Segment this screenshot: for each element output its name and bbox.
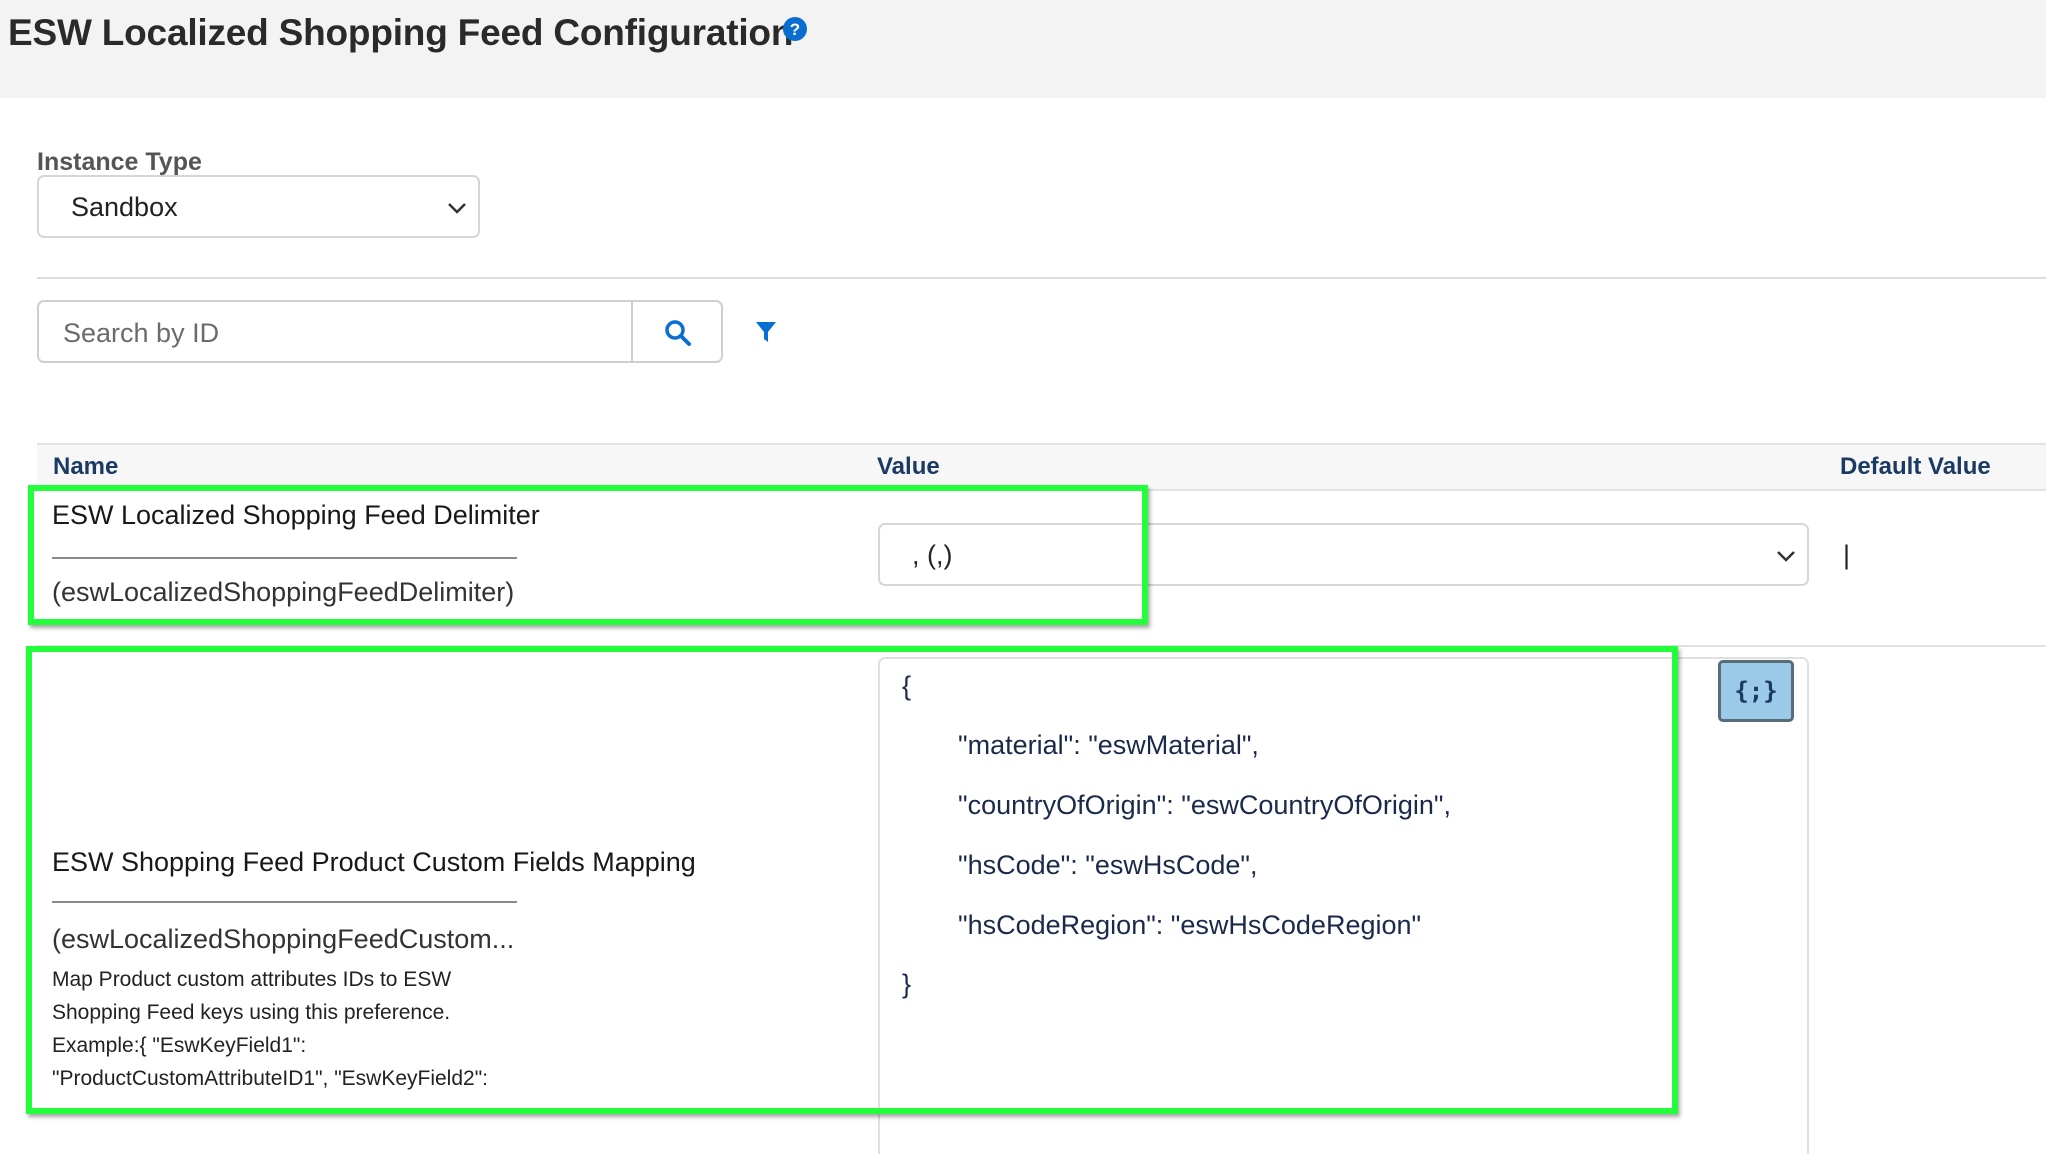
- delimiter-value: , (,): [912, 540, 953, 570]
- description-line: Shopping Feed keys using this preference…: [52, 1001, 451, 1024]
- description-line: "ProductCustomAttributeID1", "EswKeyFiel…: [52, 1067, 488, 1090]
- json-line: {: [902, 671, 912, 701]
- filter-icon[interactable]: [755, 320, 777, 344]
- column-header-default-value[interactable]: Default Value: [1840, 453, 1991, 481]
- page-title: ESW Localized Shopping Feed Configuratio…: [8, 12, 794, 53]
- chevron-down-icon: [1777, 551, 1795, 562]
- format-json-button[interactable]: {;}: [1718, 660, 1794, 722]
- row-name-separator: [52, 901, 517, 903]
- json-line: "hsCode": "eswHsCode",: [958, 850, 1258, 880]
- svg-text:?: ?: [790, 20, 800, 39]
- row-name: ESW Shopping Feed Product Custom Fields …: [52, 847, 696, 877]
- chevron-down-icon: [448, 203, 466, 214]
- row-id: (eswLocalizedShoppingFeedDelimiter): [52, 577, 515, 607]
- search-icon: [665, 320, 691, 346]
- search-button[interactable]: [631, 300, 723, 363]
- json-line: "countryOfOrigin": "eswCountryOfOrigin",: [958, 790, 1451, 820]
- search-input[interactable]: Search by ID: [37, 300, 633, 363]
- table-header: Name Value Default Value: [37, 443, 2046, 491]
- instance-type-label: Instance Type: [37, 148, 202, 176]
- json-value-textarea[interactable]: { "material": "eswMaterial", "countryOfO…: [878, 657, 1809, 1154]
- json-line: }: [902, 969, 912, 999]
- delimiter-value-select[interactable]: , (,): [878, 523, 1809, 586]
- json-line: "hsCodeRegion": "eswHsCodeRegion": [958, 910, 1422, 940]
- row-id: (eswLocalizedShoppingFeedCustom...: [52, 924, 515, 954]
- instance-type-value: Sandbox: [71, 192, 178, 222]
- column-header-name[interactable]: Name: [53, 453, 118, 481]
- description-line: Example:{ "EswKeyField1":: [52, 1034, 307, 1057]
- search-placeholder: Search by ID: [63, 318, 220, 348]
- row-name-separator: [52, 557, 517, 559]
- row-description: Map Product custom attributes IDs to ESW…: [52, 963, 512, 1095]
- json-line: "material": "eswMaterial",: [958, 730, 1259, 760]
- instance-type-select[interactable]: Sandbox: [37, 175, 480, 238]
- page-header: ESW Localized Shopping Feed Configuratio…: [0, 0, 2046, 98]
- help-icon[interactable]: ?: [782, 16, 808, 42]
- row-name: ESW Localized Shopping Feed Delimiter: [52, 500, 540, 530]
- column-header-value[interactable]: Value: [877, 453, 940, 481]
- default-value: |: [1843, 540, 1851, 570]
- section-divider: [37, 277, 2046, 279]
- description-line: Map Product custom attributes IDs to ESW: [52, 968, 452, 991]
- row-divider: [37, 645, 2046, 647]
